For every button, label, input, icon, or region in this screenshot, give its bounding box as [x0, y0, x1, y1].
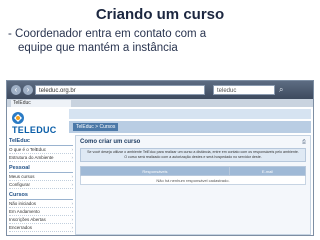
sidebar-item-label: Configurar: [9, 182, 31, 187]
forward-icon[interactable]: ›: [23, 85, 33, 95]
table-header: E-mail: [228, 166, 307, 176]
page-title: Como criar um curso: [80, 139, 141, 145]
notice-line-2: O curso será realizado com a autorização…: [124, 155, 262, 159]
info-notice: Se você deseja utilizar o ambiente TelEd…: [80, 148, 306, 162]
chevron-right-icon: ›: [71, 147, 74, 152]
logo-text: TELEDUC: [12, 125, 57, 135]
search-input[interactable]: teleduc: [213, 85, 275, 95]
sidebar-item[interactable]: Encerrados ›: [9, 224, 73, 232]
slide-bullet-line-1: - Coordenador entra em contato com a: [8, 28, 207, 40]
chevron-right-icon: ›: [71, 182, 74, 187]
sidebar-group-title: TelEduc: [9, 138, 73, 146]
teleduc-logo[interactable]: TELEDUC: [11, 111, 67, 135]
chevron-right-icon: ›: [71, 209, 74, 214]
sidebar-item-label: Inscrições Abertas: [9, 217, 46, 222]
sidebar: TelEduc O que é o TelEduc › Estrutura do …: [9, 135, 73, 235]
sidebar-group-title: Cursos: [9, 192, 73, 200]
sidebar-item[interactable]: Em Andamento ›: [9, 208, 73, 216]
sidebar-item-label: Meus cursos: [9, 174, 35, 179]
slide-bullet-line-2: equipe que mantém a instância: [18, 42, 178, 54]
table-header: Responsáveis: [80, 166, 230, 176]
browser-window: ‹ › teleduc.org.br teleduc ⌕ TelEduc TEL…: [6, 80, 314, 236]
sidebar-group-title: Pessoal: [9, 165, 73, 173]
print-icon[interactable]: ⎙: [302, 139, 306, 145]
browser-toolbar: ‹ › teleduc.org.br teleduc ⌕: [7, 81, 313, 99]
chevron-right-icon: ›: [71, 225, 74, 230]
sidebar-item-label: Em Andamento: [9, 209, 40, 214]
slide-title: Criando um curso: [95, 6, 225, 23]
breadcrumb[interactable]: TelEduc > Cursos: [73, 123, 119, 131]
table-empty-message: Não há nenhum responsável cadastrado.: [80, 175, 306, 185]
chevron-right-icon: ›: [71, 201, 74, 206]
web-page: TELEDUC TelEduc > Cursos TelEduc O que é…: [7, 107, 313, 235]
browser-tab[interactable]: TelEduc: [11, 100, 71, 107]
sidebar-item-label: O que é o TelEduc: [9, 147, 46, 152]
chevron-right-icon: ›: [71, 174, 74, 179]
chevron-right-icon: ›: [71, 217, 74, 222]
sidebar-item-label: Estrutura do Ambiente: [9, 155, 54, 160]
sidebar-item[interactable]: Meus cursos ›: [9, 173, 73, 181]
search-icon[interactable]: ⌕: [279, 85, 289, 95]
teleduc-logo-mark: [12, 112, 24, 124]
sidebar-item[interactable]: Inscrições Abertas ›: [9, 216, 73, 224]
tab-bar: TelEduc: [7, 99, 313, 107]
chevron-right-icon: ›: [71, 155, 74, 160]
slide-bullet: - Coordenador entra em contato com a equ…: [8, 27, 314, 55]
address-bar[interactable]: teleduc.org.br: [35, 85, 205, 95]
sidebar-item[interactable]: Configurar ›: [9, 181, 73, 189]
sidebar-item[interactable]: O que é o TelEduc ›: [9, 146, 73, 154]
back-icon[interactable]: ‹: [11, 85, 21, 95]
main-content: Como criar um curso ⎙ Se você deseja uti…: [75, 135, 311, 235]
header-bar: [69, 109, 311, 119]
sidebar-item-label: Encerrados: [9, 225, 33, 230]
sidebar-item[interactable]: Estrutura do Ambiente ›: [9, 154, 73, 162]
responsaveis-table: Responsáveis E-mail Não há nenhum respon…: [80, 166, 307, 185]
sidebar-item-label: Não iniciados: [9, 201, 37, 206]
sidebar-item[interactable]: Não iniciados ›: [9, 200, 73, 208]
